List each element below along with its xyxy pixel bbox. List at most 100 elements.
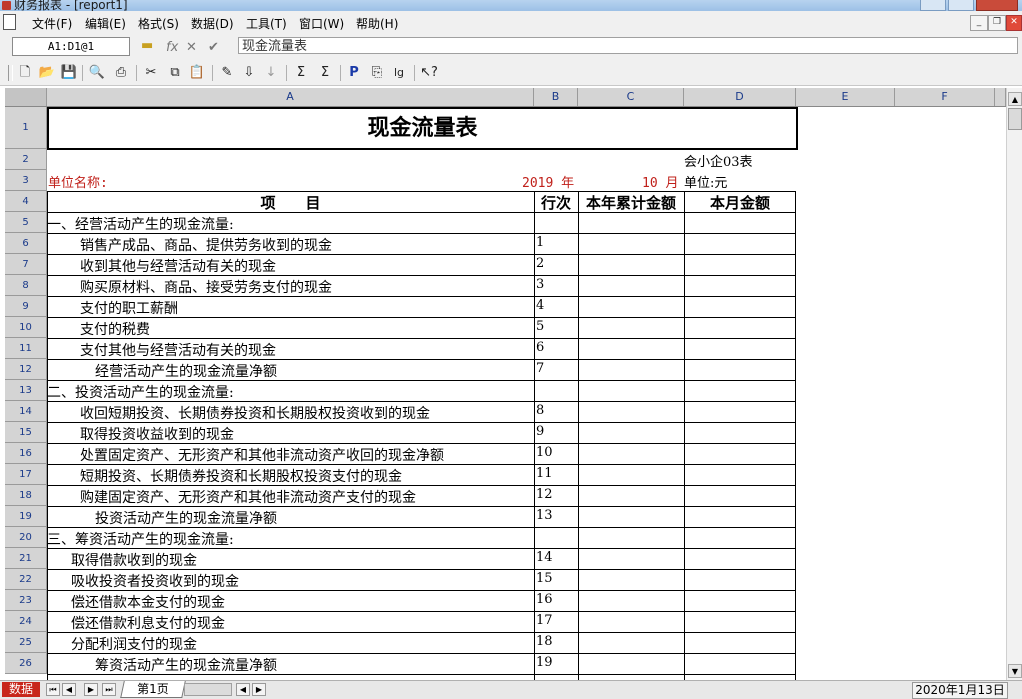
row-header[interactable]: 19 [5, 506, 47, 527]
report-year[interactable]: 2019 年 [522, 172, 574, 191]
row-header[interactable]: 25 [5, 632, 47, 653]
last-sheet-icon[interactable]: ⏭ [102, 683, 116, 696]
item-cell[interactable]: 分配利润支付的现金 [71, 634, 197, 654]
row-header[interactable]: 18 [5, 485, 47, 506]
item-cell[interactable]: 三、筹资活动产生的现金流量: [47, 529, 234, 549]
item-cell[interactable]: 收到其他与经营活动有关的现金 [80, 256, 276, 276]
document-icon[interactable] [3, 14, 16, 30]
cut-icon[interactable]: ✂ [142, 64, 160, 82]
form-number[interactable]: 会小企03表 [684, 151, 753, 170]
print-icon[interactable]: ⎙ [112, 64, 130, 82]
horizontal-scrollbar[interactable] [184, 683, 232, 696]
row-header[interactable]: 15 [5, 422, 47, 443]
mdi-minimize-button[interactable]: _ [970, 15, 988, 31]
sort-icon[interactable]: ↓ [262, 64, 280, 82]
line-number-cell[interactable]: 1 [536, 235, 544, 250]
new-icon[interactable]: 🗋 [16, 64, 34, 82]
header-ytd-amount[interactable]: 本年累计金额 [578, 192, 684, 213]
item-cell[interactable]: 经营活动产生的现金流量净额 [95, 361, 277, 381]
minimize-button[interactable] [920, 0, 946, 11]
first-sheet-icon[interactable]: ⏮ [46, 683, 60, 696]
line-number-cell[interactable]: 10 [536, 445, 553, 460]
item-cell[interactable]: 购买原材料、商品、接受劳务支付的现金 [80, 277, 332, 297]
line-number-cell[interactable]: 3 [536, 277, 544, 292]
formula-input[interactable]: 现金流量表 [238, 37, 1018, 54]
paste-icon[interactable]: 📋 [188, 64, 206, 82]
column-header-a[interactable]: A [47, 88, 534, 106]
print-preview-icon[interactable]: 🔍 [88, 64, 106, 82]
column-header-b[interactable]: B [534, 88, 578, 106]
column-header-f[interactable]: F [895, 88, 995, 106]
line-number-cell[interactable]: 5 [536, 319, 544, 334]
row-header[interactable]: 17 [5, 464, 47, 485]
row-header[interactable]: 8 [5, 275, 47, 296]
row-header[interactable]: 20 [5, 527, 47, 548]
item-cell[interactable]: 收回短期投资、长期债券投资和长期股权投资收到的现金 [80, 403, 430, 423]
confirm-edit-icon[interactable]: ✔ [208, 40, 219, 55]
insert-icon[interactable]: ⇩ [240, 64, 258, 82]
line-number-cell[interactable]: 18 [536, 634, 553, 649]
row-header[interactable]: 21 [5, 548, 47, 569]
page-icon[interactable]: ⎘ [368, 64, 386, 82]
row-header[interactable]: 11 [5, 338, 47, 359]
vertical-scrollbar[interactable]: ▲ ▼ [1006, 88, 1022, 680]
item-cell[interactable]: 支付的职工薪酬 [80, 298, 178, 318]
item-cell[interactable]: 取得借款收到的现金 [71, 550, 197, 570]
item-cell[interactable]: 短期投资、长期债券投资和长期股权投资支付的现金 [80, 466, 402, 486]
unit-name-label[interactable]: 单位名称: [48, 172, 108, 191]
row-header[interactable]: 12 [5, 359, 47, 380]
p-icon[interactable]: P [345, 64, 363, 82]
item-cell[interactable]: 筹资活动产生的现金流量净额 [95, 655, 277, 675]
mdi-close-button[interactable]: ✕ [1006, 15, 1022, 31]
item-cell[interactable]: 支付其他与经营活动有关的现金 [80, 340, 276, 360]
sheet-tab-page1[interactable]: 第1页 [120, 681, 186, 698]
cancel-edit-icon[interactable]: ✕ [186, 40, 197, 55]
row-header-1[interactable]: 1 [5, 107, 47, 149]
report-month[interactable]: 10 月 [642, 172, 678, 191]
line-number-cell[interactable]: 11 [536, 466, 553, 481]
line-number-cell[interactable]: 15 [536, 571, 553, 586]
row-header-2[interactable]: 2 [5, 149, 47, 170]
mode-indicator[interactable]: 数据 [2, 682, 40, 697]
row-header-3[interactable]: 3 [5, 170, 47, 191]
line-number-cell[interactable]: 16 [536, 592, 553, 607]
close-window-button[interactable] [976, 0, 1018, 11]
item-cell[interactable]: 投资活动产生的现金流量净额 [95, 508, 277, 528]
column-header-d[interactable]: D [684, 88, 796, 106]
item-cell[interactable]: 处置固定资产、无形资产和其他非流动资产收回的现金净额 [80, 445, 444, 465]
next-sheet-icon[interactable]: ▶ [84, 683, 98, 696]
item-cell[interactable]: 吸收投资者投资收到的现金 [71, 571, 239, 591]
scroll-down-arrow-icon[interactable]: ▼ [1008, 664, 1022, 678]
log-icon[interactable]: lg [390, 64, 408, 82]
line-number-cell[interactable]: 8 [536, 403, 544, 418]
row-header[interactable]: 16 [5, 443, 47, 464]
line-number-cell[interactable]: 7 [536, 361, 544, 376]
line-number-cell[interactable]: 6 [536, 340, 544, 355]
menu-file[interactable]: 文件(F) [32, 15, 72, 32]
item-cell[interactable]: 支付的税费 [80, 319, 150, 339]
row-header[interactable]: 7 [5, 254, 47, 275]
line-number-cell[interactable]: 17 [536, 613, 553, 628]
help-icon[interactable]: ↖? [420, 64, 438, 82]
menu-data[interactable]: 数据(D) [191, 15, 234, 32]
copy-icon[interactable]: ⧉ [166, 64, 184, 82]
header-line-no[interactable]: 行次 [534, 192, 578, 213]
hscroll-left-icon[interactable]: ◀ [236, 683, 250, 696]
fx-icon[interactable]: fx [166, 40, 178, 55]
item-cell[interactable]: 二、投资活动产生的现金流量: [47, 382, 234, 402]
row-header[interactable]: 13 [5, 380, 47, 401]
row-header-4[interactable]: 4 [5, 191, 47, 212]
menu-tools[interactable]: 工具(T) [246, 15, 287, 32]
scroll-up-arrow-icon[interactable]: ▲ [1008, 92, 1022, 106]
item-cell[interactable]: 购建固定资产、无形资产和其他非流动资产支付的现金 [80, 487, 416, 507]
line-number-cell[interactable]: 2 [536, 256, 544, 271]
cell-reference-box[interactable]: A1:D1@1 [12, 37, 130, 56]
row-header[interactable]: 10 [5, 317, 47, 338]
row-header[interactable]: 24 [5, 611, 47, 632]
sum-icon[interactable]: Σ [292, 64, 310, 82]
spreadsheet-grid[interactable]: A B C D E F 1 2 3 4 现金流量表 会小企03表 单位名称: 2… [5, 88, 1006, 680]
currency-unit[interactable]: 单位:元 [684, 172, 727, 191]
maximize-button[interactable] [948, 0, 974, 11]
header-month-amount[interactable]: 本月金额 [684, 192, 796, 213]
menu-format[interactable]: 格式(S) [138, 15, 179, 32]
